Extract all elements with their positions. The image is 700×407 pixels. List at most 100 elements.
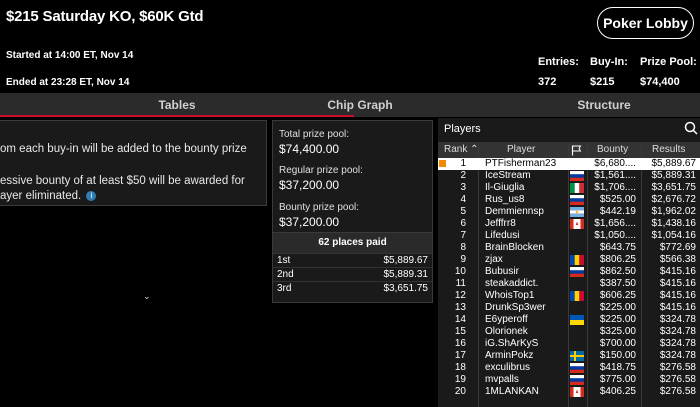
buyin-value: $215 [590,76,615,88]
player-row[interactable]: 13 DrunkSp3wer $225.00 $415.16 [438,302,700,314]
place-position: 2nd [277,269,294,280]
player-bounty: $325.00 [599,326,636,337]
player-row[interactable]: 6 Jefffrr8 $1,656.... $1,438.16 [438,218,700,230]
player-name: exculibrus [485,362,531,373]
player-name: mvpalls [485,374,519,385]
bounty-info-line-1: om each buy-in will be added to the boun… [0,143,247,155]
player-bounty: $775.00 [599,374,636,385]
players-title: Players [444,123,481,135]
regular-prize-value: $37,200.00 [279,178,340,192]
player-row[interactable]: 16 iG.ShArKyS $700.00 $324.78 [438,338,700,350]
rank-column-header[interactable]: Rank ⌃ [444,144,479,155]
player-row[interactable]: 12 WhoisTop1 $606.25 $415.16 [438,290,700,302]
place-amount: $5,889.67 [383,255,429,266]
player-rank: 7 [460,230,466,241]
player-row[interactable]: 5 Demmiennsp $442.19 $1,962.02 [438,206,700,218]
player-result: $1,054.16 [651,230,697,241]
prize-pool-label: Prize Pool: [640,56,697,68]
player-rank: 13 [454,302,466,313]
buyin-label: Buy-In: [590,56,628,68]
player-rank: 5 [460,206,466,217]
player-bounty: $606.25 [599,290,636,301]
player-row[interactable]: 9 zjax $806.25 $566.38 [438,254,700,266]
player-rank: 12 [454,290,466,301]
place-row: 2nd $5,889.31 [273,267,432,281]
player-row[interactable]: 18 exculibrus $418.75 $276.58 [438,362,700,374]
tournament-title: $215 Saturday KO, $60K Gtd [6,8,204,25]
bounty-info-line-3-wrap: ayer eliminated. i [0,190,97,202]
player-bounty: $6,680.... [594,158,636,169]
russia-flag-icon [570,267,584,277]
player-bounty: $862.50 [599,266,636,277]
moldova-flag-icon [570,255,584,265]
player-rank: 1 [460,158,466,169]
search-icon[interactable] [684,121,698,135]
results-column-header[interactable]: Results [652,144,685,155]
player-result: $324.78 [659,350,696,361]
player-row[interactable]: 15 Olorionek $325.00 $324.78 [438,326,700,338]
ukraine-flag-icon [570,315,584,325]
player-row[interactable]: 17 ArminPokz $150.00 $324.78 [438,350,700,362]
player-bounty: $225.00 [599,302,636,313]
player-row[interactable]: 4 Rus_us8 $525.00 $2,676.72 [438,194,700,206]
player-name: 1MLANKAN [485,386,539,397]
poker-lobby-button[interactable]: Poker Lobby [597,7,694,39]
player-column-header[interactable]: Player [507,144,535,155]
tab-structure[interactable]: Structure [534,93,674,117]
player-name: ArminPokz [485,350,534,361]
info-icon[interactable]: i [86,190,97,201]
end-time: Ended at 23:28 ET, Nov 14 [6,77,130,88]
player-row[interactable]: 10 Bubusir $862.50 $415.16 [438,266,700,278]
player-bounty: $1,050.... [594,230,636,241]
russia-flag-icon [570,375,584,385]
players-table-body: 1 PTFisherman23 $6,680.... $5,889.67 2 IceStr… [438,158,700,398]
player-bounty: $387.50 [599,278,636,289]
player-rank: 19 [454,374,466,385]
player-result: $415.16 [659,278,696,289]
place-amount: $5,889.31 [383,269,429,280]
player-name: BrainBlocken [485,242,544,253]
bounty-column-header[interactable]: Bounty [597,144,628,155]
player-bounty: $150.00 [599,350,636,361]
total-prize-value: $74,400.00 [279,142,340,156]
player-result: $415.16 [659,290,696,301]
player-rank: 6 [460,218,466,229]
player-row[interactable]: 14 E6yperoff $225.00 $324.78 [438,314,700,326]
player-result: $772.69 [659,242,696,253]
player-name: DrunkSp3wer [485,302,546,313]
player-row[interactable]: 3 Il-Giuglia $1,706.... $3,651.75 [438,182,700,194]
start-time: Started at 14:00 ET, Nov 14 [6,50,134,61]
player-row[interactable]: 2 IceStream $1,561.... $5,889.31 [438,170,700,182]
player-rank: 3 [460,182,466,193]
bounty-info-panel: om each buy-in will be added to the boun… [0,120,267,206]
place-position: 1st [277,255,291,266]
entries-value: 372 [538,76,557,88]
player-name: Il-Giuglia [485,182,525,193]
player-name: PTFisherman23 [485,158,557,169]
player-result: $1,962.02 [651,206,697,217]
tab-chip-graph[interactable]: Chip Graph [290,93,430,117]
player-rank: 4 [460,194,466,205]
player-result: $276.58 [659,386,696,397]
player-bounty: $406.25 [599,386,636,397]
chevron-down-icon[interactable]: ⌄ [143,291,151,302]
player-row[interactable]: 11 steakaddict. $387.50 $415.16 [438,278,700,290]
canada-flag-icon [570,219,584,229]
tab-bar: Tables Chip Graph Structure [0,93,700,117]
player-bounty: $700.00 [599,338,636,349]
player-row[interactable]: 1 PTFisherman23 $6,680.... $5,889.67 [438,158,700,170]
player-bounty: $525.00 [599,194,636,205]
player-result: $324.78 [659,326,696,337]
flag-icon[interactable] [571,145,582,156]
player-row[interactable]: 7 Lifedusi $1,050.... $1,054.16 [438,230,700,242]
player-bounty: $806.25 [599,254,636,265]
player-result: $2,676.72 [651,194,697,205]
player-row[interactable]: 8 BrainBlocken $643.75 $772.69 [438,242,700,254]
player-result: $415.16 [659,302,696,313]
player-row[interactable]: 20 1MLANKAN $406.25 $276.58 [438,386,700,398]
player-row[interactable]: 19 mvpalls $775.00 $276.58 [438,374,700,386]
player-rank: 18 [454,362,466,373]
player-name: zjax [485,254,503,265]
player-name: Demmiennsp [485,206,544,217]
place-amount: $3,651.75 [383,283,429,294]
